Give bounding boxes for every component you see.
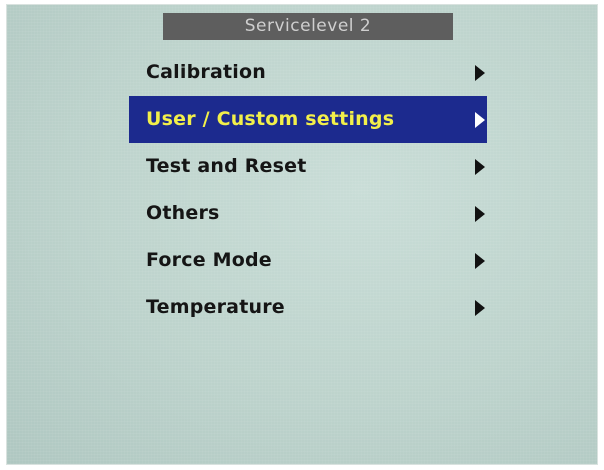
service-menu-screen: Servicelevel 2 Calibration User / Custom… — [6, 4, 598, 465]
menu-item-label: Force Mode — [146, 249, 272, 271]
menu-item-force-mode[interactable]: Force Mode — [129, 237, 487, 284]
menu-item-others[interactable]: Others — [129, 190, 487, 237]
menu-item-label: Others — [146, 202, 220, 224]
menu-item-label: User / Custom settings — [146, 108, 395, 130]
service-menu: Calibration User / Custom settings Test … — [129, 49, 487, 331]
menu-item-label: Calibration — [146, 61, 266, 83]
menu-item-temperature[interactable]: Temperature — [129, 284, 487, 331]
menu-item-label: Test and Reset — [146, 155, 307, 177]
triangle-right-icon — [475, 112, 485, 128]
menu-item-calibration[interactable]: Calibration — [129, 49, 487, 96]
triangle-right-icon — [475, 159, 485, 175]
triangle-right-icon — [475, 65, 485, 81]
menu-item-test-and-reset[interactable]: Test and Reset — [129, 143, 487, 190]
menu-item-label: Temperature — [146, 296, 285, 318]
triangle-right-icon — [475, 206, 485, 222]
menu-item-user-custom-settings[interactable]: User / Custom settings — [129, 96, 487, 143]
triangle-right-icon — [475, 300, 485, 316]
triangle-right-icon — [475, 253, 485, 269]
menu-title: Servicelevel 2 — [163, 13, 453, 40]
